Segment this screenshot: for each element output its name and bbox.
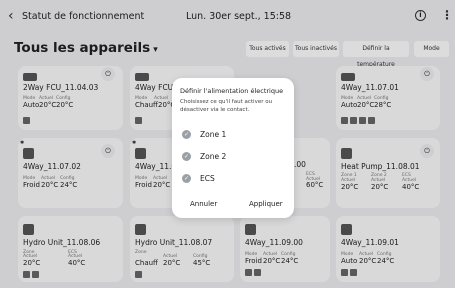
check-icon[interactable]: ✓ (182, 130, 191, 139)
check-icon[interactable]: ✓ (182, 152, 191, 161)
option-label: ECS (200, 174, 215, 183)
apply-button[interactable]: Appliquer (249, 200, 283, 208)
cancel-button[interactable]: Annuler (190, 200, 217, 208)
option-label: Zone 1 (200, 130, 227, 139)
dialog-title: Définir l'alimentation électrique (180, 87, 284, 95)
power-supply-dialog: Définir l'alimentation électrique Choisi… (172, 78, 294, 218)
check-icon[interactable]: ✓ (182, 174, 191, 183)
option-label: Zone 2 (200, 152, 227, 161)
dialog-description: Choisissez ce qu'il faut activer ou désa… (180, 99, 273, 113)
